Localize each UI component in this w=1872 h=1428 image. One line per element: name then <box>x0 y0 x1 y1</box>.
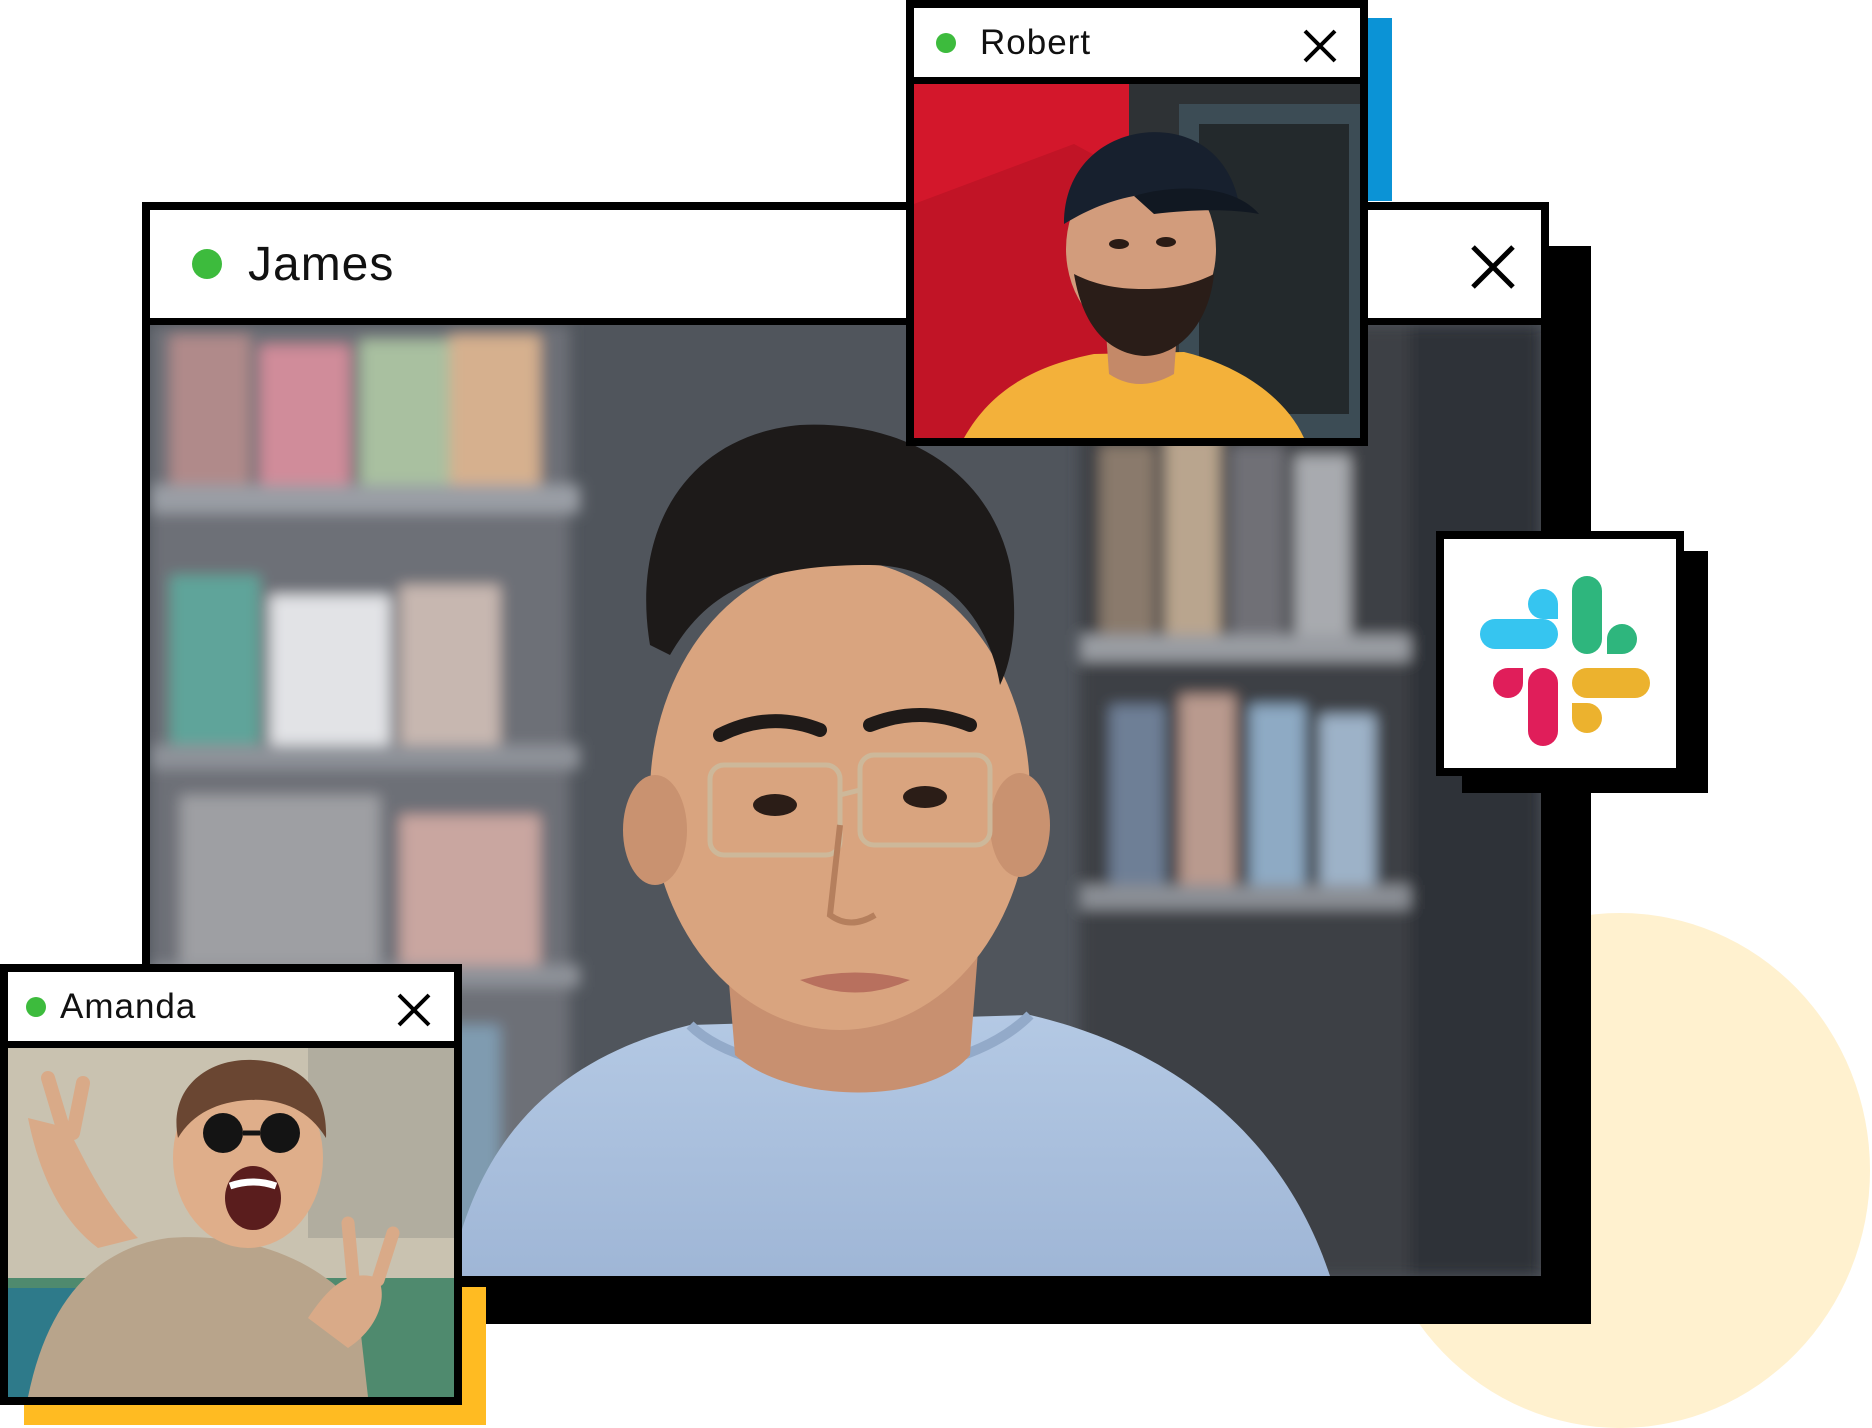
robert-video-feed <box>914 84 1360 438</box>
slack-logo-icon <box>1480 576 1650 746</box>
status-online-icon <box>192 249 222 279</box>
close-icon[interactable] <box>396 992 432 1028</box>
participant-name-james: James <box>248 237 395 291</box>
status-online-icon <box>936 32 956 53</box>
amanda-video-window[interactable]: Amanda <box>0 964 462 1405</box>
amanda-video-feed <box>8 1048 454 1397</box>
slack-app-card[interactable] <box>1436 531 1684 776</box>
amanda-titlebar: Amanda <box>8 972 454 1048</box>
participant-name-robert: Robert <box>980 22 1092 62</box>
robert-video-window[interactable]: Robert <box>906 0 1368 446</box>
close-icon[interactable] <box>1469 243 1517 291</box>
participant-name-amanda: Amanda <box>60 986 197 1026</box>
status-online-icon <box>26 996 46 1017</box>
close-icon[interactable] <box>1302 28 1338 64</box>
robert-titlebar: Robert <box>914 8 1360 84</box>
